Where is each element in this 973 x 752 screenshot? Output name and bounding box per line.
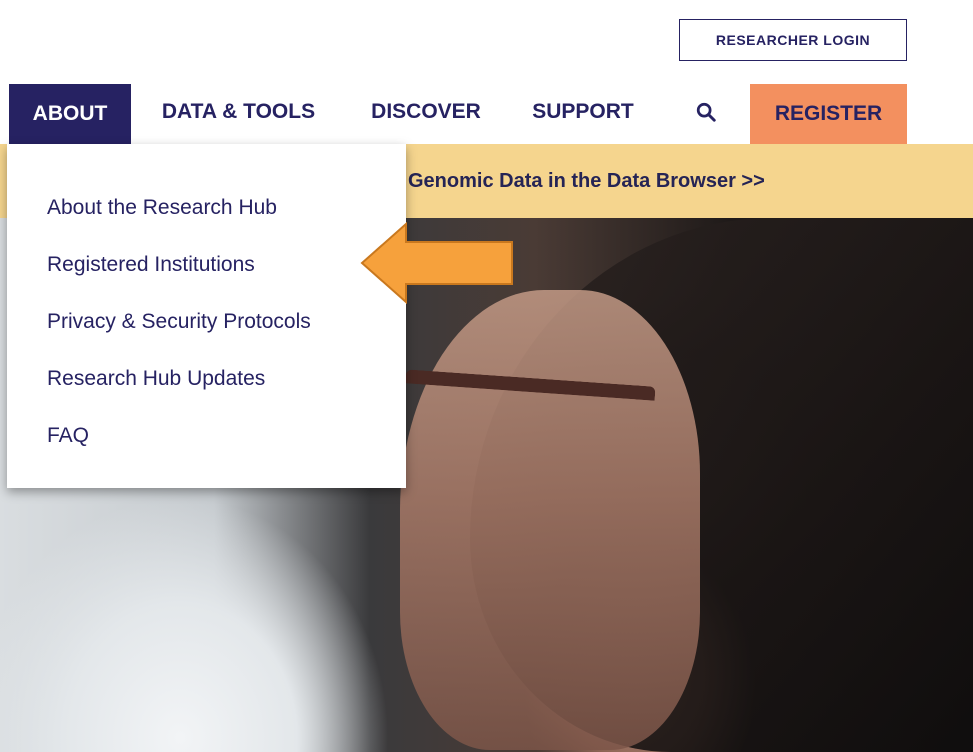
nav-item-discover[interactable]: DISCOVER <box>363 84 489 140</box>
menu-item-registered-institutions[interactable]: Registered Institutions <box>7 249 406 306</box>
nav-item-support[interactable]: SUPPORT <box>524 84 642 140</box>
search-icon <box>696 102 716 122</box>
main-nav: ABOUT DATA & TOOLS DISCOVER SUPPORT REGI… <box>9 84 909 158</box>
menu-item-privacy-security[interactable]: Privacy & Security Protocols <box>7 306 406 363</box>
hero-face-shape <box>400 290 700 750</box>
nav-item-about[interactable]: ABOUT <box>9 84 131 158</box>
nav-item-data-tools[interactable]: DATA & TOOLS <box>150 84 327 140</box>
menu-item-faq[interactable]: FAQ <box>7 420 406 477</box>
banner-link[interactable]: Genomic Data in the Data Browser >> <box>408 170 765 193</box>
register-button[interactable]: REGISTER <box>750 84 907 144</box>
menu-item-about-research-hub[interactable]: About the Research Hub <box>7 192 406 249</box>
search-button[interactable] <box>689 84 723 140</box>
about-dropdown-menu: About the Research Hub Registered Instit… <box>7 144 406 488</box>
menu-item-research-hub-updates[interactable]: Research Hub Updates <box>7 363 406 420</box>
researcher-login-button[interactable]: RESEARCHER LOGIN <box>679 19 907 61</box>
arrow-left-icon <box>360 222 513 304</box>
